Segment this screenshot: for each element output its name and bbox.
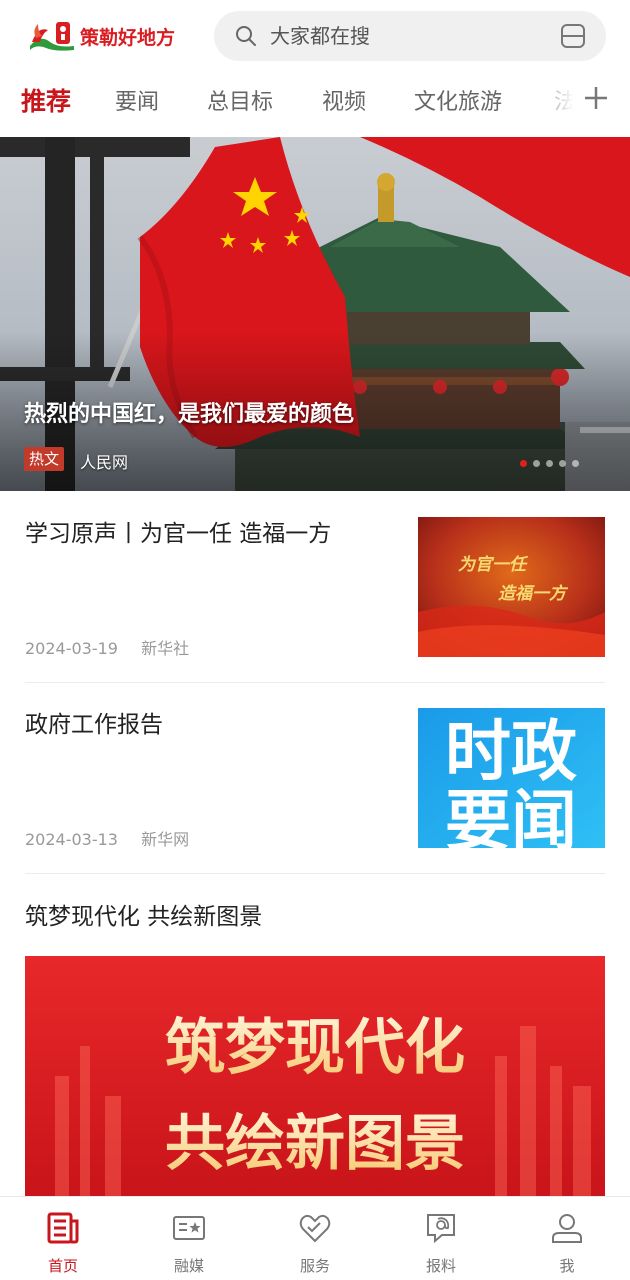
carousel-dot[interactable]	[572, 460, 579, 467]
news-meta: 2024-03-19 新华社	[25, 635, 207, 659]
bottom-nav: 首页 融媒 服务 报料 我	[0, 1196, 630, 1280]
list-divider	[25, 682, 605, 683]
tab-goals[interactable]: 总目标	[207, 84, 273, 116]
nav-label: 我	[559, 1257, 575, 1275]
carousel-indicator	[520, 460, 579, 467]
news-banner[interactable]: 筑梦现代化 共绘新图景	[25, 956, 605, 1196]
news-title: 筑梦现代化 共绘新图景	[25, 904, 263, 930]
news-source: 新华网	[141, 830, 190, 849]
tab-video[interactable]: 视频	[322, 84, 366, 116]
banner-text-line2: 共绘新图景	[165, 1109, 465, 1179]
news-title: 学习原声丨为官一任 造福一方	[25, 521, 332, 547]
report-chat-icon	[427, 1214, 455, 1244]
nav-label: 服务	[299, 1257, 330, 1275]
thumb-text-line1: 时政	[445, 713, 577, 790]
nav-label: 融媒	[173, 1257, 204, 1275]
plus-icon[interactable]	[582, 84, 610, 112]
news-thumbnail[interactable]: 为官一任 造福一方	[418, 517, 605, 657]
news-title: 政府工作报告	[25, 712, 163, 738]
tab-fade	[526, 72, 586, 130]
channel-tabs: 推荐 要闻 总目标 视频 文化旅游 法	[0, 72, 630, 130]
heart-service-icon	[299, 1214, 331, 1243]
news-date: 2024-03-19	[25, 639, 118, 658]
news-icon	[47, 1212, 79, 1244]
hero-image	[0, 137, 630, 491]
list-divider	[25, 873, 605, 874]
app-logo[interactable]: 策勒好地方	[26, 16, 175, 56]
nav-media[interactable]: 融媒	[126, 1197, 252, 1280]
hero-source: 人民网	[80, 453, 129, 472]
search-bar[interactable]	[214, 11, 606, 61]
scan-icon[interactable]	[560, 23, 586, 49]
news-thumbnail[interactable]: 时政 要闻	[418, 708, 605, 848]
user-icon	[552, 1214, 582, 1243]
news-thumbnail-image: 时政 要闻	[418, 708, 605, 848]
app-header: 策勒好地方	[0, 0, 630, 72]
news-thumbnail-image: 为官一任 造福一方	[418, 517, 605, 657]
tab-recommend[interactable]: 推荐	[21, 82, 71, 118]
nav-home[interactable]: 首页	[0, 1197, 126, 1280]
banner-text-line1: 筑梦现代化	[165, 1013, 465, 1083]
nav-label: 报料	[425, 1257, 456, 1275]
thumb-text-line2: 要闻	[445, 783, 577, 848]
logo-text: 策勒好地方	[80, 26, 176, 49]
carousel-dot[interactable]	[520, 460, 527, 467]
news-meta: 2024-03-13 新华网	[25, 826, 207, 850]
search-input[interactable]	[270, 24, 540, 48]
hero-carousel[interactable]	[0, 137, 630, 491]
thumb-text-line1: 为官一任	[458, 555, 529, 575]
nav-me[interactable]: 我	[504, 1197, 630, 1280]
nav-service[interactable]: 服务	[252, 1197, 378, 1280]
news-source: 新华社	[141, 639, 190, 658]
news-date: 2024-03-13	[25, 830, 118, 849]
logo-emblem-icon	[30, 22, 74, 51]
carousel-dot[interactable]	[533, 460, 540, 467]
search-icon	[236, 26, 256, 46]
news-banner-image: 筑梦现代化 共绘新图景	[25, 956, 605, 1196]
tab-culture-travel[interactable]: 文化旅游	[414, 84, 502, 116]
hero-title[interactable]: 热烈的中国红，是我们最爱的颜色	[24, 396, 354, 428]
carousel-dot[interactable]	[546, 460, 553, 467]
nav-report[interactable]: 报料	[378, 1197, 504, 1280]
media-card-icon	[173, 1216, 205, 1240]
nav-label: 首页	[47, 1257, 78, 1275]
carousel-dot[interactable]	[559, 460, 566, 467]
thumb-text-line2: 造福一方	[498, 584, 569, 604]
news-list-item[interactable]: 筑梦现代化 共绘新图景	[25, 900, 605, 940]
hot-article-badge: 热文	[24, 447, 65, 471]
tab-headlines[interactable]: 要闻	[115, 84, 159, 116]
